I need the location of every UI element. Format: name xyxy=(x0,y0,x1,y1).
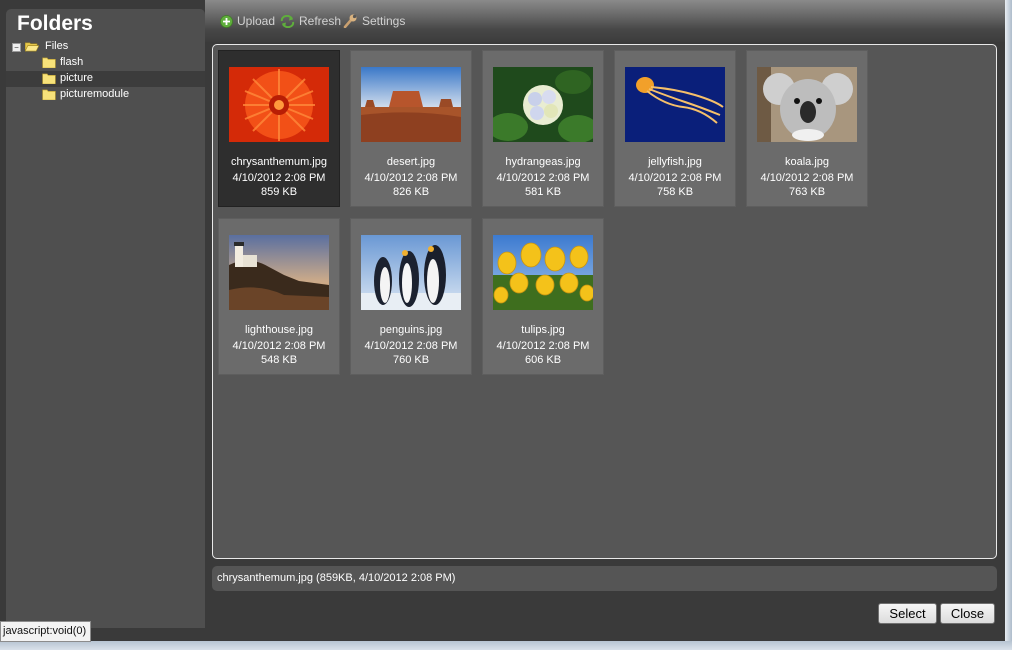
select-button[interactable]: Select xyxy=(878,603,937,624)
window-frame-edge xyxy=(1005,0,1012,650)
file-date: 4/10/2012 2:08 PM xyxy=(496,172,590,184)
refresh-label: Refresh xyxy=(299,14,342,28)
upload-label: Upload xyxy=(237,14,276,28)
open-folder-icon xyxy=(25,42,39,52)
file-tile-lighthouse[interactable]: lighthouse.jpg 4/10/2012 2:08 PM 548 KB xyxy=(218,218,340,375)
file-size: 763 KB xyxy=(788,186,826,198)
folder-icon xyxy=(42,89,56,100)
file-size: 859 KB xyxy=(260,186,298,198)
file-size: 758 KB xyxy=(656,186,694,198)
taskbar-strip xyxy=(0,641,1012,650)
file-name: desert.jpg xyxy=(386,156,436,168)
file-tile-chrysanthemum[interactable]: chrysanthemum.jpg 4/10/2012 2:08 PM 859 … xyxy=(218,50,340,207)
browser-status-text: javascript:void(0) xyxy=(0,621,92,642)
file-date: 4/10/2012 2:08 PM xyxy=(232,172,326,184)
selection-status-bar: chrysanthemum.jpg (859KB, 4/10/2012 2:08… xyxy=(212,566,997,591)
tree-item-label: flash xyxy=(60,56,84,68)
folders-panel: Folders − Files flash picture picturemod… xyxy=(6,9,205,628)
file-name: chrysanthemum.jpg xyxy=(231,156,327,168)
collapse-icon[interactable]: − xyxy=(12,43,21,52)
file-size: 581 KB xyxy=(524,186,562,198)
refresh-icon xyxy=(280,14,295,28)
jellyfish-thumbnail xyxy=(625,67,725,142)
desert-thumbnail xyxy=(361,67,461,142)
tree-item-label: picturemodule xyxy=(60,88,130,100)
folders-title: Folders xyxy=(17,12,93,35)
file-name: tulips.jpg xyxy=(521,324,565,336)
settings-button[interactable]: Settings xyxy=(343,14,405,28)
file-tile-jellyfish[interactable]: jellyfish.jpg 4/10/2012 2:08 PM 758 KB xyxy=(614,50,736,207)
koala-thumbnail xyxy=(757,67,857,142)
file-name: hydrangeas.jpg xyxy=(505,156,581,168)
file-gallery: chrysanthemum.jpg 4/10/2012 2:08 PM 859 … xyxy=(212,44,997,559)
hydrangeas-thumbnail xyxy=(493,67,593,142)
refresh-button[interactable]: Refresh xyxy=(280,14,341,28)
file-size: 548 KB xyxy=(260,354,298,366)
tree-item-picture[interactable]: picture xyxy=(6,71,205,87)
file-size: 826 KB xyxy=(392,186,430,198)
upload-icon xyxy=(220,14,233,28)
file-date: 4/10/2012 2:08 PM xyxy=(232,340,326,352)
tree-item-files[interactable]: − Files xyxy=(6,39,205,55)
file-size: 760 KB xyxy=(392,354,430,366)
file-name: lighthouse.jpg xyxy=(245,324,313,336)
folder-icon xyxy=(42,73,56,84)
toolbar: Upload Refresh Settings xyxy=(205,0,1005,42)
file-size: 606 KB xyxy=(524,354,562,366)
file-tile-penguins[interactable]: penguins.jpg 4/10/2012 2:08 PM 760 KB xyxy=(350,218,472,375)
file-date: 4/10/2012 2:08 PM xyxy=(364,340,458,352)
file-tile-koala[interactable]: koala.jpg 4/10/2012 2:08 PM 763 KB xyxy=(746,50,868,207)
file-tile-tulips[interactable]: tulips.jpg 4/10/2012 2:08 PM 606 KB xyxy=(482,218,604,375)
folder-tree: − Files flash picture picturemodule xyxy=(6,39,205,103)
chrysanthemum-thumbnail xyxy=(229,67,329,142)
file-name: jellyfish.jpg xyxy=(648,156,702,168)
file-date: 4/10/2012 2:08 PM xyxy=(628,172,722,184)
tree-item-picturemodule[interactable]: picturemodule xyxy=(6,87,205,103)
upload-button[interactable]: Upload xyxy=(220,14,275,28)
tree-item-label: Files xyxy=(45,40,69,52)
file-browser-window: Folders − Files flash picture picturemod… xyxy=(0,0,1006,642)
file-date: 4/10/2012 2:08 PM xyxy=(760,172,854,184)
penguins-thumbnail xyxy=(361,235,461,310)
file-tile-desert[interactable]: desert.jpg 4/10/2012 2:08 PM 826 KB xyxy=(350,50,472,207)
wrench-icon xyxy=(343,14,357,28)
file-date: 4/10/2012 2:08 PM xyxy=(496,340,590,352)
lighthouse-thumbnail xyxy=(229,235,329,310)
file-date: 4/10/2012 2:08 PM xyxy=(364,172,458,184)
folder-icon xyxy=(42,57,56,68)
selected-file-info: chrysanthemum.jpg (859KB, 4/10/2012 2:08… xyxy=(217,572,456,584)
close-button[interactable]: Close xyxy=(940,603,995,624)
file-name: penguins.jpg xyxy=(379,324,443,336)
file-name: koala.jpg xyxy=(784,156,830,168)
tree-item-flash[interactable]: flash xyxy=(6,55,205,71)
tulips-thumbnail xyxy=(493,235,593,310)
tree-item-label: picture xyxy=(60,72,94,84)
file-tile-hydrangeas[interactable]: hydrangeas.jpg 4/10/2012 2:08 PM 581 KB xyxy=(482,50,604,207)
settings-label: Settings xyxy=(362,14,406,28)
